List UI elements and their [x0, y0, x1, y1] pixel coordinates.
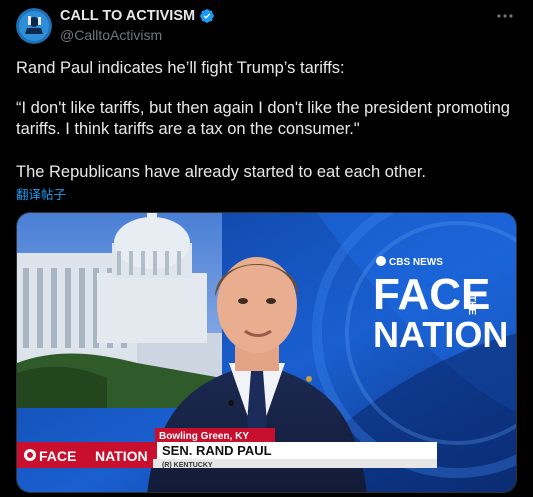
capitol-building-image — [17, 213, 222, 408]
author-name[interactable]: CALL TO ACTIVISM — [60, 8, 195, 24]
tweet-text-line3: The Republicans have already started to … — [16, 163, 427, 181]
guest-subtitle: (R) KENTUCKY — [162, 462, 213, 469]
tweet-text-quote: “I don't like tariffs, but then again I … — [16, 99, 515, 138]
lower-logo-nation: NATION — [95, 448, 148, 464]
tweet-text-line1: Rand Paul indicates he’ll fight Trump’s … — [16, 59, 345, 77]
show-title-the: THE — [466, 295, 477, 315]
avatar[interactable] — [16, 8, 52, 44]
guest-name: SEN. RAND PAUL — [162, 443, 272, 458]
lower-logo-face: FACE — [39, 448, 76, 464]
tweet-media-image[interactable]: CBS NEWS FACE THE NATION Bowling Green, … — [16, 212, 517, 493]
tweet-card: CALL TO ACTIVISM @CalltoActivism Rand Pa… — [0, 0, 533, 497]
location-label: Bowling Green, KY — [159, 431, 249, 442]
show-title-nation: NATION — [373, 314, 508, 355]
translate-post-link[interactable]: 翻译帖子 — [16, 184, 66, 203]
more-horizontal-icon[interactable] — [495, 6, 515, 26]
author-handle[interactable]: @CalltoActivism — [60, 27, 162, 43]
author-name-row: CALL TO ACTIVISM — [60, 8, 215, 24]
face-the-nation-logo: CBS NEWS FACE THE NATION — [373, 256, 508, 355]
verified-badge-icon — [200, 9, 214, 23]
network-label: CBS NEWS — [389, 257, 443, 268]
